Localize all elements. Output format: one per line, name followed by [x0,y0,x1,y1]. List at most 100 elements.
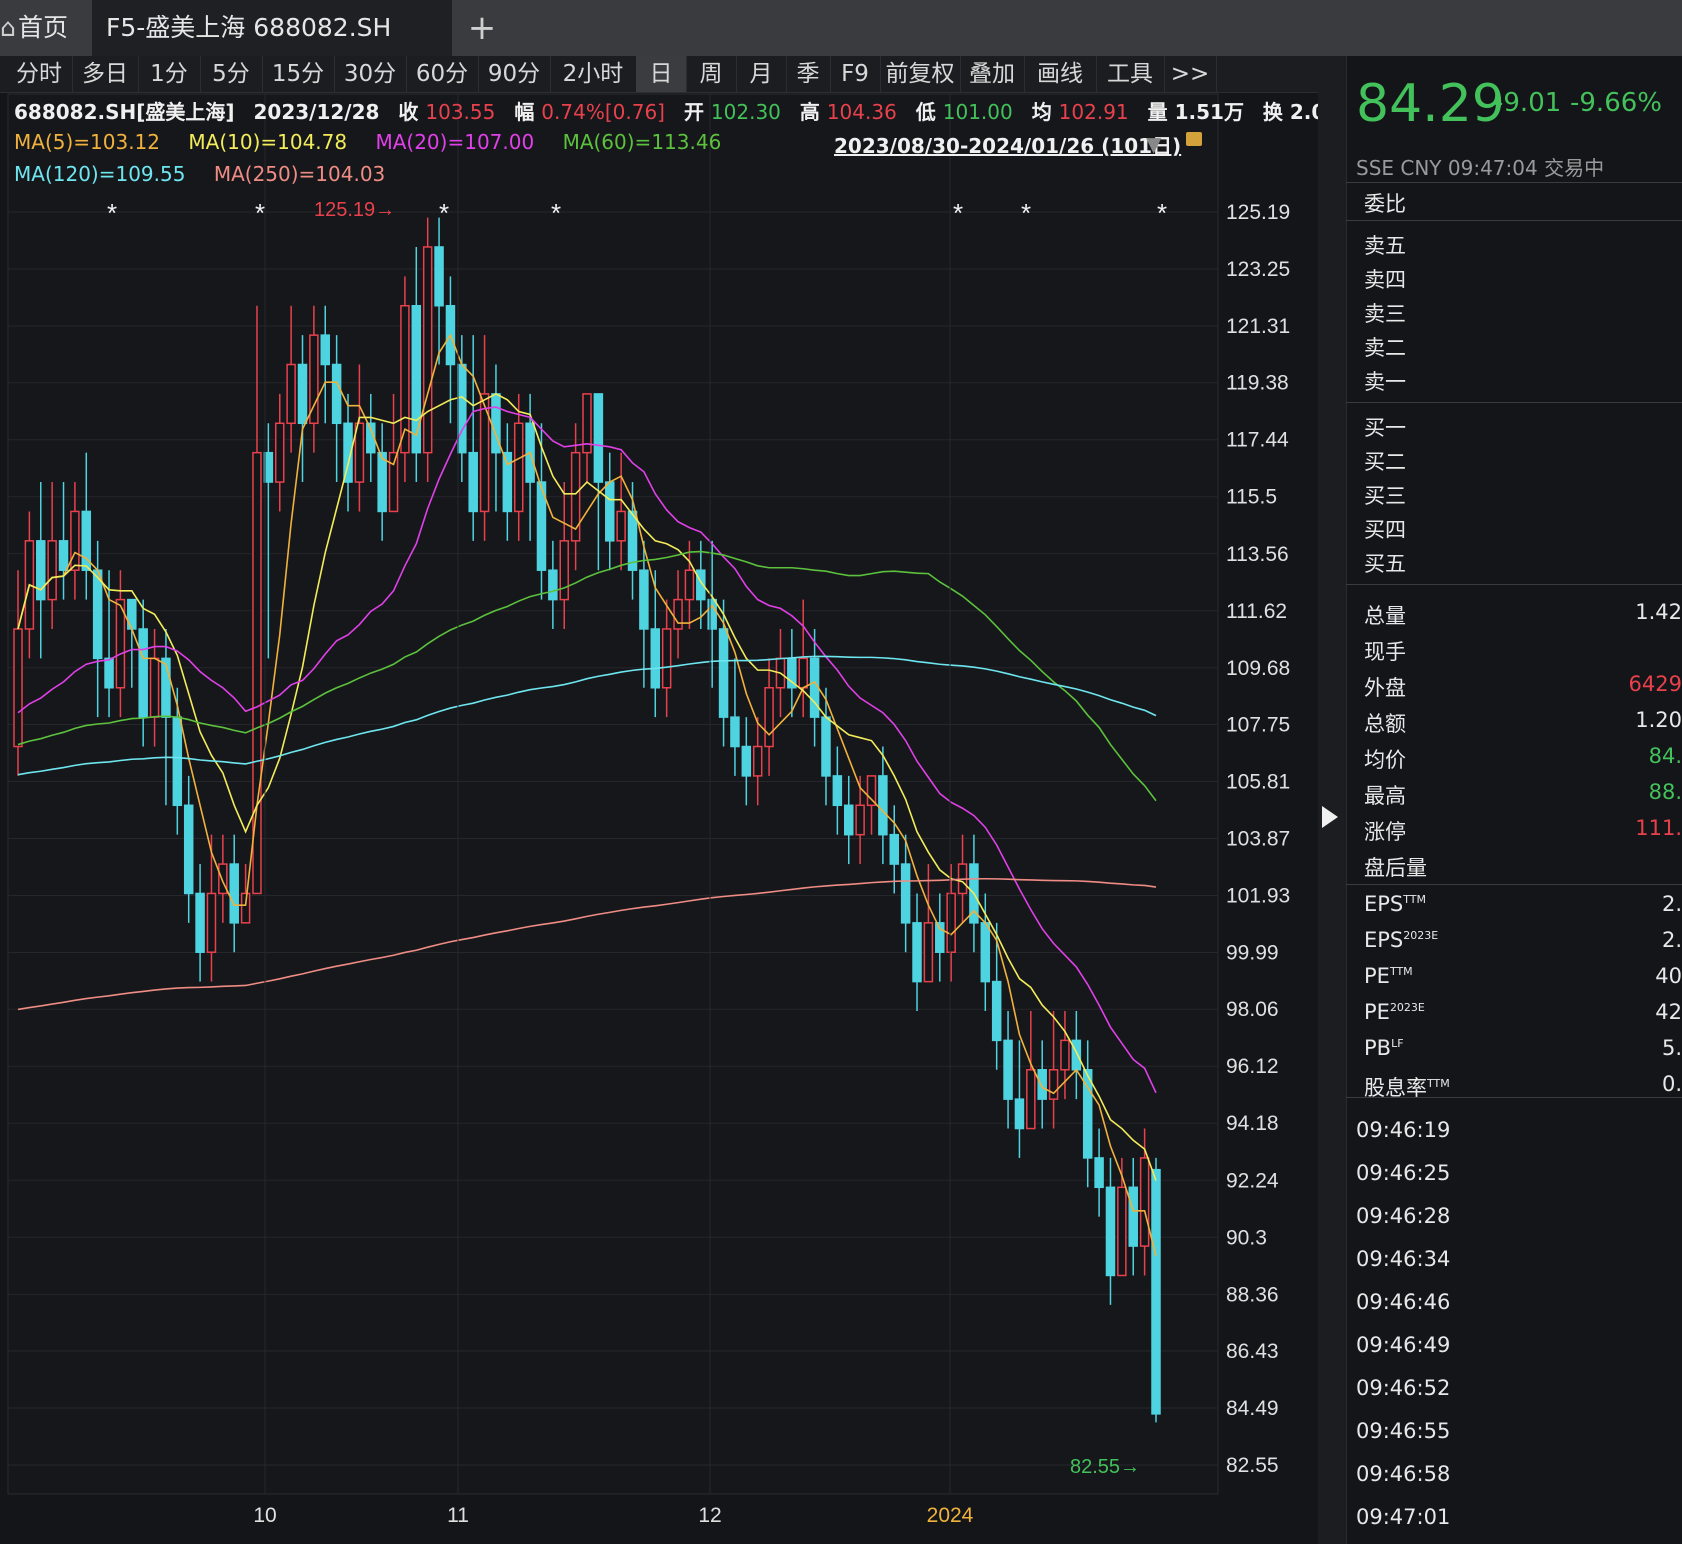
y-tick-label: 103.87 [1226,828,1290,851]
open-value: 102.30 [710,100,781,124]
candle-body [422,246,433,454]
plot-frame [7,93,1219,1495]
event-marker-icon: * [1157,198,1167,228]
candle-body [548,569,558,601]
buy-level-label: 买一 [1364,416,1406,440]
stat-label: 现手 [1364,640,1406,664]
candle-body [878,775,888,836]
candle-body [1139,1157,1150,1247]
candle-body [149,657,160,718]
stat-value: 88. [1648,780,1682,804]
fin-value: 42 [1655,1000,1682,1024]
avg-label: 均 [1031,100,1052,124]
quote-info-line: 688082.SH[盛美上海] 2023/12/28 收 103.55 幅 0.… [14,96,1441,125]
candle-body [513,422,524,513]
bar-date: 2023/12/28 [253,100,380,124]
tick-time: 09:46:52 [1356,1376,1451,1400]
candle-body [1117,1186,1127,1277]
turn-label: 换 [1262,100,1283,124]
event-marker-icon: * [953,198,963,228]
stat-value: 6429 [1628,672,1682,696]
separator-stats [1346,584,1682,585]
expand-panel-icon[interactable] [1322,806,1338,828]
fin-value: 5. [1661,1036,1682,1060]
event-marker-icon: * [551,198,561,228]
stat-value: 1.20 [1635,708,1682,732]
stat-value: 1.42 [1635,600,1682,624]
y-tick-label: 96.12 [1226,1055,1279,1078]
separator-book [1346,402,1682,403]
candle-body [138,628,148,718]
ma5-legend: MA(5)=103.12 [14,130,161,154]
candle-body [1060,1039,1070,1071]
candle-body [13,628,23,748]
y-tick-label: 86.43 [1226,1340,1279,1363]
candle-body [320,334,331,366]
stat-label: 涨停 [1364,820,1406,844]
buy-level-label: 买二 [1364,450,1406,474]
candle-body [639,569,649,630]
candle-body [991,980,1002,1042]
candle-body [866,775,877,807]
candle-body [1014,1098,1025,1130]
candle-body [468,451,478,513]
fin-value: 2. [1661,928,1682,952]
candle-body [172,716,183,807]
y-tick-label: 115.5 [1226,486,1277,509]
fin-value: 40 [1655,964,1682,988]
candle-body [229,863,239,924]
ma-legend-row2: MA(120)=109.55 MA(250)=104.03 [14,162,407,186]
y-tick-label: 119.38 [1226,372,1289,395]
fin-label: PBLF [1364,1036,1404,1060]
candle-body [764,687,774,748]
candle-body [183,804,194,895]
sell-level-label: 卖三 [1364,302,1406,326]
candle-body [58,540,69,571]
candle-body [889,833,900,865]
kline-chart[interactable]: 125.19 123.25 121.31 119.38 117.44 115.5 113.5… [0,0,1318,1544]
lock-icon[interactable] [1186,132,1202,146]
fin-label-sup: LF [1391,1037,1404,1050]
low-label: 低 [915,100,936,124]
candle-body [331,363,342,425]
candle-body [1128,1186,1138,1247]
stat-label: 均价 [1364,748,1406,772]
candle-body [809,657,820,718]
candle-body [661,628,672,689]
tick-time: 09:46:58 [1356,1462,1451,1486]
amp-value: 0.74%[0.76] [541,100,665,124]
max-price-label: 125.19→ [314,199,395,221]
candle-body [411,304,422,454]
sell-level-label: 卖五 [1364,234,1406,258]
candle-body [821,716,831,777]
candle-body [92,569,103,660]
market-status: SSE CNY 09:47:04 交易中 [1356,156,1605,180]
fin-label: EPS2023E [1364,928,1439,952]
candle-body [195,892,205,953]
tick-time: 09:46:55 [1356,1419,1451,1443]
candle-body [286,363,296,425]
stock-code: 688082.SH[盛美上海] [14,100,235,124]
date-range-selector[interactable]: 2023/08/30-2024/01/26 (101日) [834,130,1181,159]
triangle-down-icon[interactable]: ▼ [1146,132,1161,156]
fin-label-sup: 2023E [1403,929,1439,942]
candle-body [900,863,911,924]
avg-value: 102.91 [1058,100,1129,124]
candle-body [616,510,626,542]
candle-body [377,451,387,513]
candle-body [1003,1039,1013,1100]
tick-time: 09:46:25 [1356,1161,1451,1185]
weibi-label: 委比 [1364,192,1406,216]
stat-label: 盘后量 [1364,856,1427,880]
ma-legend-row1: MA(5)=103.12 MA(10)=104.78 MA(20)=107.00… [14,130,743,154]
x-tick-label: 12 [698,1504,721,1527]
last-price: 84.29 [1356,74,1505,134]
close-value: 103.55 [425,100,496,124]
fin-label: EPSTTM [1364,892,1427,916]
low-value: 101.00 [942,100,1013,124]
y-tick-label: 111.62 [1226,600,1287,623]
candle-body [855,804,865,836]
y-tick-label: 117.44 [1226,429,1289,452]
candle-body [673,598,683,630]
candle-body [718,628,729,718]
